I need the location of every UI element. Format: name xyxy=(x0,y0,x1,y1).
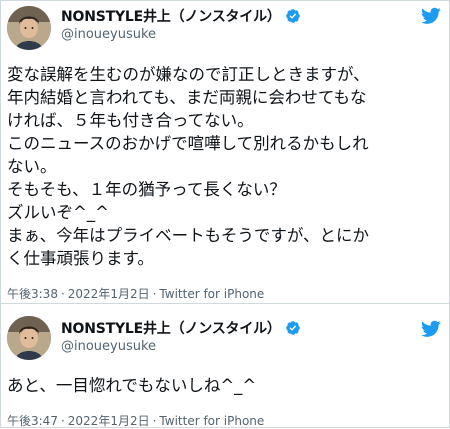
display-name[interactable]: NONSTYLE井上（ノンスタイル） xyxy=(61,318,281,338)
tweet-text-line: 変な誤解を生むのが嫌なので訂正しときますが、 xyxy=(7,65,370,84)
tweet-text-line: ない。 xyxy=(7,157,57,176)
verified-badge-icon xyxy=(285,320,301,336)
verified-badge-icon xyxy=(285,8,301,24)
author-name-row[interactable]: NONSTYLE井上（ノンスタイル） xyxy=(61,319,301,337)
avatar[interactable] xyxy=(7,316,51,360)
separator-dot: · xyxy=(152,414,157,428)
tweet-metadata: 午後3:47 · 2022年1月2日 · Twitter for iPhone xyxy=(7,412,264,429)
tweet-text-line: ければ、５年も付き合ってない。 xyxy=(7,111,254,130)
tweet-text-line: ズルいぞ^_^ xyxy=(7,203,109,222)
tweet-text: 変な誤解を生むのが嫌なので訂正しときますが、 年内結婚と言われても、まだ両親に会… xyxy=(7,63,443,270)
avatar-photo xyxy=(7,6,51,50)
tweet-text-line: このニュースのおかげで喧嘩して別れるかもしれ xyxy=(7,134,369,153)
author-handle[interactable]: @inoueyusuke xyxy=(61,27,156,42)
tweet-text-line: あと、一目惚れでもないしね^_^ xyxy=(7,376,257,395)
display-name[interactable]: NONSTYLE井上（ノンスタイル） xyxy=(61,6,281,26)
author-handle[interactable]: @inoueyusuke xyxy=(61,339,156,354)
tweet-time[interactable]: 午後3:47 xyxy=(7,414,58,428)
separator-dot: · xyxy=(60,414,65,428)
twitter-bird-icon[interactable] xyxy=(421,7,441,25)
tweet-screenshot: NONSTYLE井上（ノンスタイル） @inoueyusuke 変な誤解を生むの… xyxy=(0,0,450,428)
tweet-card: NONSTYLE井上（ノンスタイル） @inoueyusuke 変な誤解を生むの… xyxy=(1,1,449,303)
author-name-row[interactable]: NONSTYLE井上（ノンスタイル） xyxy=(61,7,301,25)
tweet-text-line: まぁ、今年はプライベートもそうですが、とにか xyxy=(7,226,370,245)
tweet-text-line: く仕事頑張ります。 xyxy=(7,249,154,268)
tweet-date[interactable]: 2022年1月2日 xyxy=(68,287,150,301)
tweet-time[interactable]: 午後3:38 xyxy=(7,287,58,301)
twitter-bird-icon[interactable] xyxy=(421,320,441,338)
separator-dot: · xyxy=(152,287,157,301)
avatar-photo xyxy=(7,316,51,360)
tweet-card: NONSTYLE井上（ノンスタイル） @inoueyusuke あと、一目惚れで… xyxy=(1,304,449,429)
tweet-text-line: 年内結婚と言われても、まだ両親に会わせてもな xyxy=(7,88,367,107)
tweet-text: あと、一目惚れでもないしね^_^ xyxy=(7,374,443,397)
tweet-metadata: 午後3:38 · 2022年1月2日 · Twitter for iPhone xyxy=(7,285,264,302)
tweet-text-line: そもそも、１年の猶予って長くない？ xyxy=(7,180,286,199)
separator-dot: · xyxy=(60,287,65,301)
tweet-source[interactable]: Twitter for iPhone xyxy=(159,287,264,301)
tweet-source[interactable]: Twitter for iPhone xyxy=(159,414,264,428)
avatar[interactable] xyxy=(7,6,51,50)
tweet-date[interactable]: 2022年1月2日 xyxy=(68,414,150,428)
